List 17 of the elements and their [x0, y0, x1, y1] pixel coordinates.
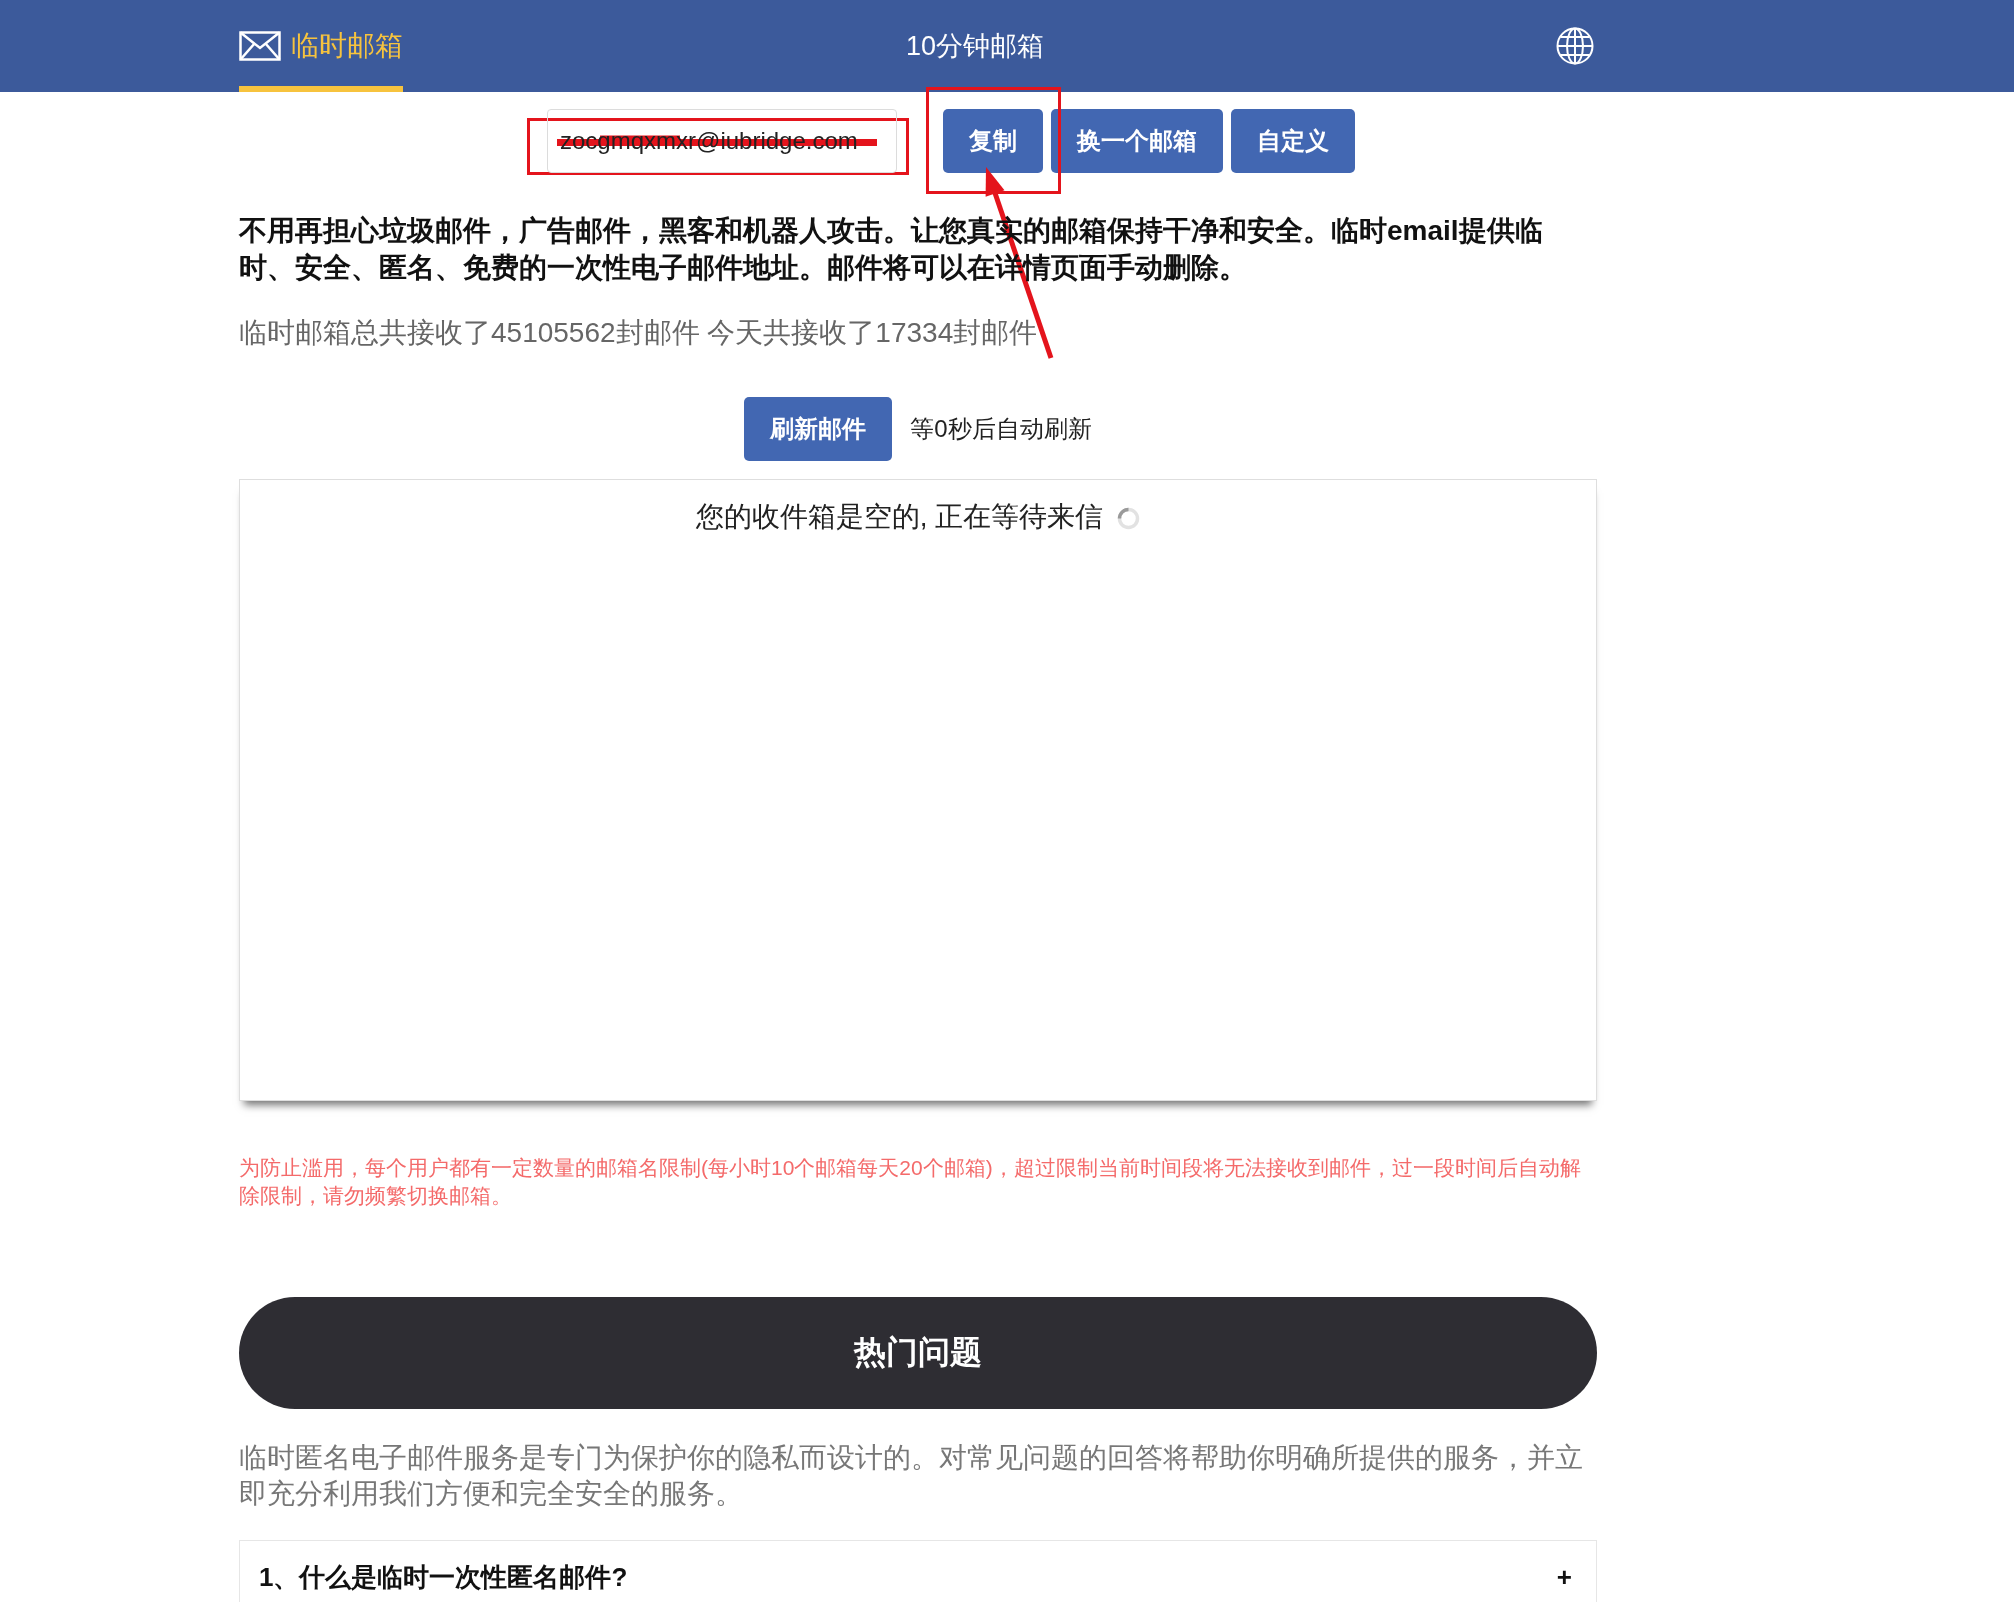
- limit-notice: 为防止滥用，每个用户都有一定数量的邮箱名限制(每小时10个邮箱每天20个邮箱)，超过限制当前时间段将无法接收到邮件，过一段时间后自动解除限制，请勿频繁切换邮箱。: [239, 1155, 1582, 1209]
- copy-button[interactable]: 复制: [943, 109, 1043, 173]
- logo-text: 临时邮箱: [291, 32, 403, 60]
- faq-title: 热门问题: [854, 1333, 982, 1372]
- logo-link[interactable]: 临时邮箱: [239, 0, 403, 92]
- faq-description: 临时匿名电子邮件服务是专门为保护你的隐私而设计的。对常见问题的回答将帮助你明确所提供的服务，并立即充分利用我们方便和完全安全的服务。: [239, 1441, 1584, 1511]
- refresh-button[interactable]: 刷新邮件: [744, 397, 893, 461]
- faq-question[interactable]: 1、什么是临时一次性匿名邮件?: [259, 1562, 628, 1592]
- mailbox-action-button[interactable]: 换一个邮箱: [1051, 109, 1223, 173]
- expand-toggle[interactable]: +: [1556, 1562, 1572, 1592]
- nav-link[interactable]: 10分钟邮箱: [906, 0, 1045, 92]
- mail-stats-text: 临时邮箱总共接收了45105562封邮件 今天共接收了17334封邮件: [239, 316, 1039, 350]
- globe-icon[interactable]: [1556, 27, 1594, 65]
- empty-inbox-message: 您的收件箱是空的, 正在等待来信: [695, 500, 1104, 534]
- countdown-text: 等0秒后自动刷新: [910, 414, 1092, 444]
- envelope-icon: [239, 31, 281, 61]
- mailbox-action-button[interactable]: 自定义: [1231, 109, 1355, 173]
